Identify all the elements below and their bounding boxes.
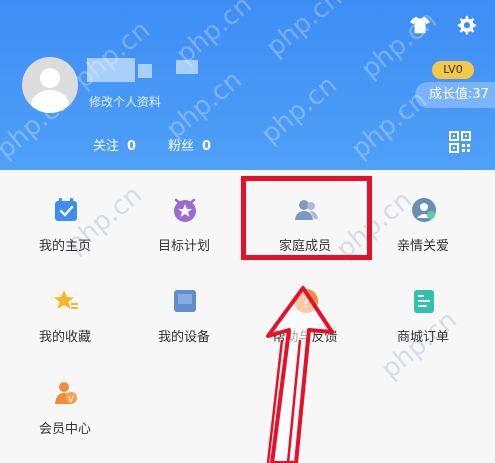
annotation-arrow bbox=[266, 286, 334, 463]
